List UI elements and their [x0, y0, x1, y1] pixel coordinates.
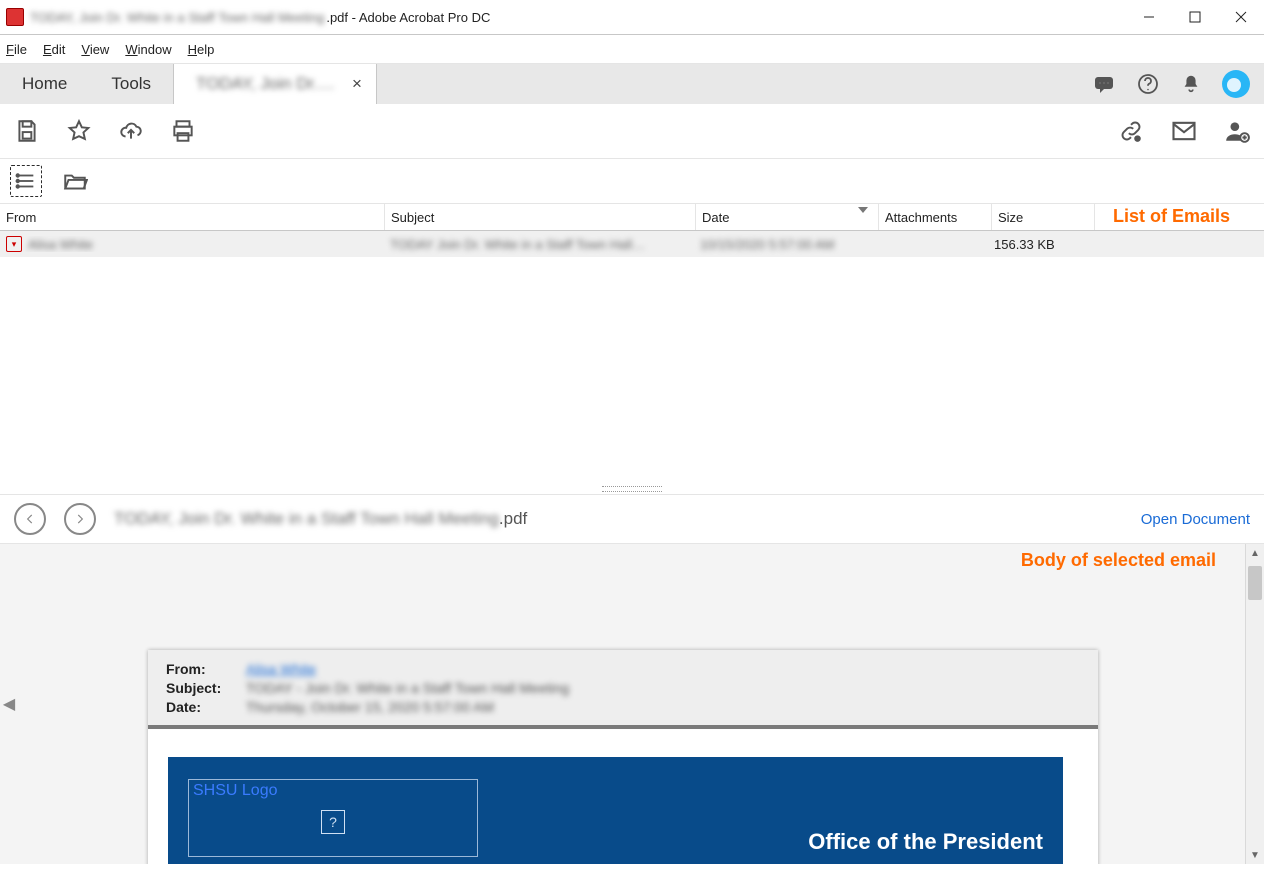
banner-heading: Office of the President — [808, 829, 1043, 855]
nav-filename-ext: .pdf — [499, 509, 527, 529]
app-icon — [6, 8, 24, 26]
comments-icon[interactable] — [1092, 72, 1116, 96]
row-date-value: 10/15/2020 5:57:00 AM — [694, 237, 876, 252]
logo-text: SHSU Logo — [193, 782, 278, 800]
tab-document-title: TODAY, Join Dr. W… — [196, 74, 336, 94]
email-body-viewer: Body of selected email ◀ From:Alisa Whit… — [0, 544, 1264, 864]
email-page: From:Alisa White Subject:TODAY - Join Dr… — [148, 650, 1098, 864]
missing-image-icon: ? — [321, 810, 345, 834]
email-icon[interactable] — [1170, 117, 1198, 145]
tab-document[interactable]: TODAY, Join Dr. W… × — [173, 64, 377, 104]
vertical-scrollbar[interactable]: ▲ ▼ — [1245, 544, 1264, 864]
cloud-upload-icon[interactable] — [118, 118, 144, 144]
window-title-suffix: .pdf - Adobe Acrobat Pro DC — [326, 10, 490, 25]
tab-close-icon[interactable]: × — [346, 74, 368, 94]
nav-filename: TODAY, Join Dr. White in a Staff Town Ha… — [114, 509, 499, 529]
row-size-value: 156.33 KB — [988, 237, 1090, 252]
add-person-icon[interactable] — [1224, 118, 1250, 144]
email-list-header: From Subject Date Attachments Size — [0, 204, 1264, 231]
close-button[interactable] — [1218, 0, 1264, 34]
label-date: Date: — [166, 698, 246, 717]
col-date[interactable]: Date — [696, 204, 879, 230]
row-subject-value: TODAY Join Dr. White in a Staff Town Hal… — [384, 237, 694, 252]
account-avatar[interactable] — [1222, 70, 1250, 98]
help-icon[interactable] — [1136, 72, 1160, 96]
main-toolbar — [0, 104, 1264, 159]
print-icon[interactable] — [170, 118, 196, 144]
col-subject[interactable]: Subject — [385, 204, 696, 230]
document-nav-row: TODAY, Join Dr. White in a Staff Town Ha… — [0, 495, 1264, 544]
menu-help[interactable]: Help — [188, 42, 215, 57]
email-list-row[interactable]: ▾ Alisa White TODAY Join Dr. White in a … — [0, 231, 1264, 257]
link-share-icon[interactable] — [1118, 118, 1144, 144]
window-titlebar: TODAY, Join Dr. White in a Staff Town Ha… — [0, 0, 1264, 35]
email-banner: SHSU Logo ? Office of the President — [168, 757, 1063, 864]
menu-edit[interactable]: Edit — [43, 42, 65, 57]
menu-window[interactable]: Window — [125, 42, 171, 57]
col-attachments[interactable]: Attachments — [879, 204, 992, 230]
email-list-region: List of Emails From Subject Date Attachm… — [0, 204, 1264, 484]
email-header-block: From:Alisa White Subject:TODAY - Join Dr… — [148, 650, 1098, 729]
window-title-filename: TODAY, Join Dr. White in a Staff Town Ha… — [30, 10, 324, 25]
portfolio-toolbar — [0, 159, 1264, 204]
details-view-icon[interactable] — [10, 165, 42, 197]
col-size[interactable]: Size — [992, 204, 1095, 230]
star-icon[interactable] — [66, 118, 92, 144]
scroll-thumb[interactable] — [1248, 566, 1262, 600]
open-document-link[interactable]: Open Document — [1141, 511, 1250, 528]
menubar: File Edit View Window Help — [0, 35, 1264, 64]
value-subject: TODAY - Join Dr. White in a Staff Town H… — [246, 679, 569, 698]
label-subject: Subject: — [166, 679, 246, 698]
pane-splitter[interactable] — [0, 484, 1264, 495]
tab-strip: Home Tools TODAY, Join Dr. W… × — [0, 64, 1264, 104]
row-from-value: Alisa White — [28, 237, 93, 252]
scroll-down-icon[interactable]: ▼ — [1246, 846, 1264, 864]
value-from: Alisa White — [246, 660, 316, 679]
save-icon[interactable] — [14, 118, 40, 144]
nav-back-icon[interactable] — [14, 503, 46, 535]
col-from[interactable]: From — [0, 204, 385, 230]
scroll-up-icon[interactable]: ▲ — [1246, 544, 1264, 562]
label-from: From: — [166, 660, 246, 679]
menu-view[interactable]: View — [81, 42, 109, 57]
tab-home[interactable]: Home — [0, 64, 89, 104]
nav-forward-icon[interactable] — [64, 503, 96, 535]
open-folder-icon[interactable] — [62, 168, 88, 194]
maximize-button[interactable] — [1172, 0, 1218, 34]
tab-tools[interactable]: Tools — [89, 64, 173, 104]
value-date: Thursday, October 15, 2020 5:57:00 AM — [246, 698, 494, 717]
expand-left-icon[interactable]: ◀ — [0, 544, 18, 864]
logo-placeholder: SHSU Logo ? — [188, 779, 478, 857]
annotation-list: List of Emails — [1113, 206, 1230, 227]
pdf-icon: ▾ — [6, 236, 22, 252]
menu-file[interactable]: File — [6, 42, 27, 57]
notifications-icon[interactable] — [1180, 73, 1202, 95]
minimize-button[interactable] — [1126, 0, 1172, 34]
